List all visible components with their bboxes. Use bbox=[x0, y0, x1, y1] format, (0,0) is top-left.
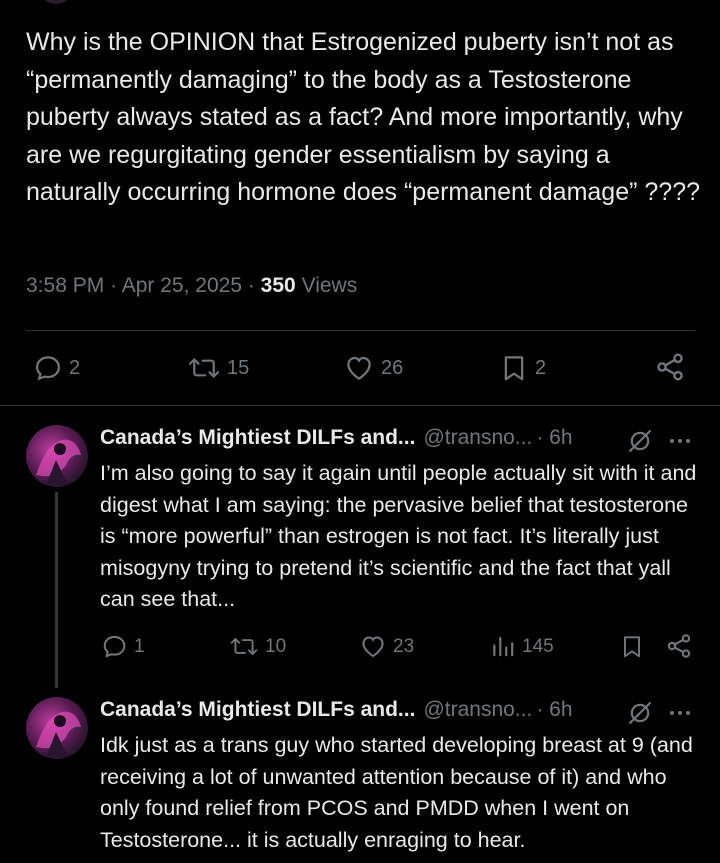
reply-count: 1 bbox=[134, 635, 145, 657]
author-handle[interactable]: @transno... bbox=[423, 426, 532, 450]
post-time[interactable]: 3:58 PM bbox=[26, 274, 104, 297]
bookmark-count: 2 bbox=[535, 356, 547, 379]
grok-icon[interactable] bbox=[626, 699, 654, 727]
post-meta: 3:58 PM · Apr 25, 2025 · 350 Views bbox=[26, 274, 357, 298]
share-button[interactable] bbox=[654, 351, 686, 383]
post-text: Why is the OPINION that Estrogenized pub… bbox=[26, 28, 700, 206]
more-icon[interactable] bbox=[668, 701, 692, 725]
reply-count: 2 bbox=[69, 356, 81, 379]
reply-header: Canada’s Mightiest DILFs and... @transno… bbox=[100, 426, 573, 450]
bookmark-button[interactable] bbox=[619, 633, 645, 660]
bookmark-button[interactable]: 2 bbox=[499, 353, 546, 383]
post-date[interactable]: Apr 25, 2025 bbox=[122, 274, 242, 297]
reply-header: Canada’s Mightiest DILFs and... @transno… bbox=[100, 698, 573, 722]
like-button[interactable]: 23 bbox=[359, 633, 414, 660]
reply-header-icons bbox=[626, 699, 692, 727]
reply-header-icons bbox=[626, 427, 692, 455]
avatar[interactable] bbox=[26, 425, 88, 487]
avatar[interactable] bbox=[26, 697, 88, 759]
views-button[interactable]: 145 bbox=[490, 633, 554, 660]
post-action-bar: 2 15 26 2 bbox=[0, 345, 720, 391]
bookmark-icon bbox=[623, 636, 641, 658]
grok-icon[interactable] bbox=[626, 427, 654, 455]
avatar-art bbox=[36, 439, 81, 485]
author-name[interactable]: Canada’s Mightiest DILFs and... bbox=[100, 426, 415, 450]
repost-count: 10 bbox=[265, 635, 287, 657]
heart-icon bbox=[347, 356, 371, 380]
like-count: 26 bbox=[381, 356, 404, 379]
views-chart-icon bbox=[493, 636, 514, 657]
repost-icon bbox=[188, 358, 220, 378]
reply-time[interactable]: · 6h bbox=[536, 426, 572, 450]
like-button[interactable]: 26 bbox=[343, 353, 403, 383]
repost-icon bbox=[230, 638, 258, 655]
heart-icon bbox=[362, 636, 384, 658]
post-views-count: 350 bbox=[260, 274, 296, 297]
author-handle[interactable]: @transno... bbox=[423, 698, 532, 722]
reply-time[interactable]: · 6h bbox=[536, 698, 572, 722]
comment-icon bbox=[35, 356, 61, 381]
meta-separator: · bbox=[110, 274, 122, 297]
author-name[interactable]: Canada’s Mightiest DILFs and... bbox=[100, 698, 415, 722]
reply-button[interactable]: 1 bbox=[101, 633, 145, 660]
repost-count: 15 bbox=[227, 356, 250, 379]
post-views-label: Views bbox=[301, 274, 358, 297]
more-icon[interactable] bbox=[668, 429, 692, 453]
divider bbox=[26, 330, 695, 331]
reply-text: Idk just as a trans guy who started deve… bbox=[100, 733, 693, 852]
repost-button[interactable]: 10 bbox=[229, 633, 286, 660]
bookmark-icon bbox=[504, 356, 524, 381]
avatar-art bbox=[36, 711, 81, 757]
reply-button[interactable]: 2 bbox=[33, 353, 80, 383]
reply-text: I’m also going to say it again until peo… bbox=[100, 461, 697, 611]
views-count: 145 bbox=[522, 635, 554, 657]
thread-divider bbox=[0, 405, 720, 406]
meta-separator: · bbox=[247, 274, 261, 297]
previous-avatar-edge bbox=[38, 0, 74, 4]
share-icon bbox=[667, 634, 691, 658]
share-button[interactable] bbox=[665, 632, 693, 660]
comment-icon bbox=[103, 635, 126, 658]
repost-button[interactable]: 15 bbox=[187, 353, 249, 383]
reply-action-bar: 1 10 23 145 bbox=[0, 627, 720, 667]
like-count: 23 bbox=[393, 635, 415, 657]
share-icon bbox=[657, 353, 683, 381]
